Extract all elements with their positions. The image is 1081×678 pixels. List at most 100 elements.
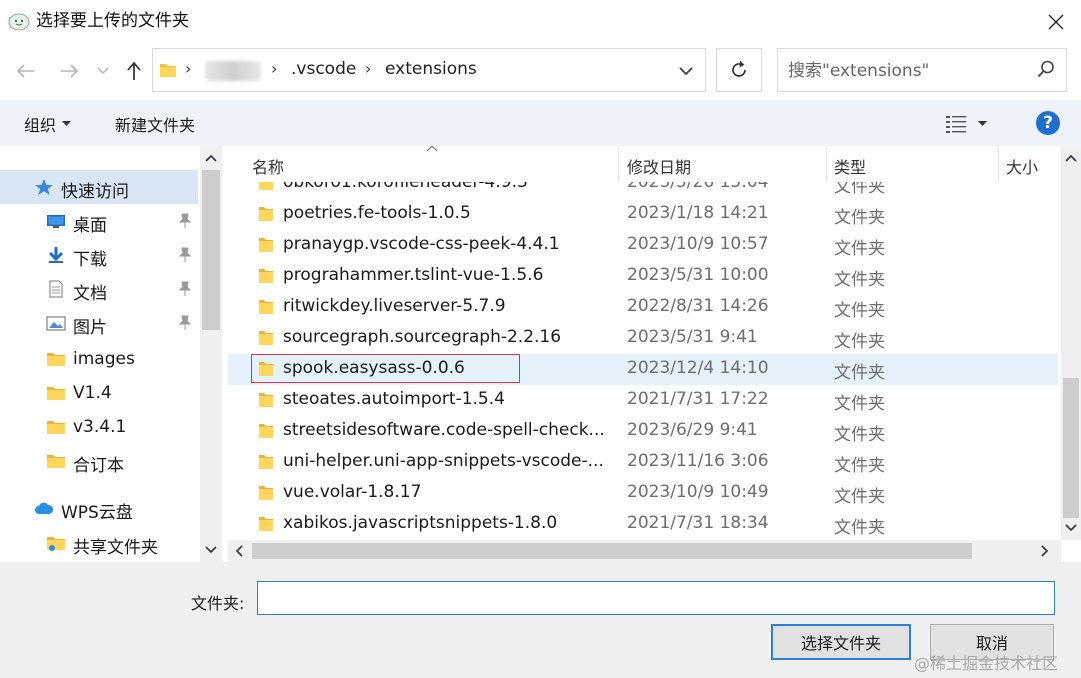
help-icon[interactable]: ?: [1036, 111, 1060, 135]
scrollbar-thumb[interactable]: [202, 170, 220, 330]
file-name: prograhammer.tslint-vue-1.5.6: [283, 265, 544, 285]
search-input[interactable]: [786, 58, 1030, 84]
nav-item-shared-folder[interactable]: 共享文件夹: [0, 526, 198, 560]
nav-item-images[interactable]: images: [0, 342, 198, 376]
file-modified-date: 2023/10/9 10:57: [627, 234, 769, 254]
file-type: 文件夹: [834, 363, 885, 383]
file-modified-date: 2023/6/29 9:41: [627, 420, 758, 440]
file-row[interactable]: vue.volar-1.8.17 2023/10/9 10:49 文件夹: [228, 478, 1058, 509]
folder-label: 文件夹:: [191, 594, 245, 613]
scroll-down-button[interactable]: [200, 538, 222, 562]
search-box[interactable]: [777, 48, 1067, 92]
file-row[interactable]: steoates.autoimport-1.5.4 2021/7/31 17:22…: [228, 385, 1058, 416]
file-row[interactable]: pranaygp.vscode-css-peek-4.4.1 2023/10/9 …: [228, 230, 1058, 261]
folder-icon: [259, 238, 273, 252]
address-bar[interactable]: › › .vscode › extensions: [152, 48, 706, 92]
file-row[interactable]: uni-helper.uni-app-snippets-vscode-... 20…: [228, 447, 1058, 478]
recent-locations-button[interactable]: [92, 56, 114, 86]
nav-scrollbar[interactable]: [200, 146, 222, 562]
breadcrumb-extensions[interactable]: extensions: [385, 59, 477, 79]
list-horizontal-scrollbar[interactable]: [228, 540, 1061, 562]
search-icon[interactable]: [1036, 59, 1056, 83]
nav-item-wps-cloud[interactable]: WPS云盘: [0, 491, 198, 525]
column-divider[interactable]: [998, 146, 999, 182]
folder-icon: [259, 424, 273, 438]
nav-item-v3-4-1[interactable]: v3.4.1: [0, 410, 198, 444]
column-divider[interactable]: [826, 146, 827, 182]
scrollbar-thumb[interactable]: [1063, 378, 1079, 518]
nav-item-pictures[interactable]: 图片: [0, 306, 198, 340]
folder-icon: [47, 387, 65, 400]
nav-item-quick-access[interactable]: 快速访问: [0, 170, 198, 204]
nav-item-downloads[interactable]: 下载: [0, 238, 198, 272]
select-folder-button[interactable]: 选择文件夹: [771, 624, 911, 660]
file-row[interactable]: streetsidesoftware.code-spell-check... 20…: [228, 416, 1058, 447]
highlight-box: [251, 354, 520, 383]
scroll-right-button[interactable]: [1034, 540, 1056, 562]
file-row[interactable]: sourcegraph.sourcegraph-2.2.16 2023/5/31 …: [228, 323, 1058, 354]
up-button[interactable]: [120, 56, 148, 86]
scroll-up-button[interactable]: [1061, 146, 1081, 170]
chevron-down-icon: [1065, 524, 1077, 532]
nav-item-label: 共享文件夹: [73, 538, 158, 558]
folder-icon: [47, 353, 65, 366]
file-modified-date: 2023/5/31 9:41: [627, 327, 758, 347]
details-view-icon: [946, 116, 966, 133]
file-name: ritwickdey.liveserver-5.7.9: [283, 296, 506, 316]
chevron-right-icon: ›: [185, 59, 192, 78]
column-divider[interactable]: [618, 146, 619, 182]
file-row[interactable]: ritwickdey.liveserver-5.7.9 2022/8/31 14:…: [228, 292, 1058, 323]
column-headers: 名称 修改日期 类型 大小: [228, 146, 1061, 182]
file-modified-date: 2023/5/31 10:00: [627, 265, 769, 285]
list-vertical-scrollbar[interactable]: [1061, 146, 1081, 540]
view-options-button[interactable]: [946, 112, 998, 136]
pictures-icon: [46, 316, 66, 331]
breadcrumb-vscode[interactable]: .vscode: [291, 59, 356, 79]
document-icon: [49, 280, 63, 298]
nav-item-v1-4[interactable]: V1.4: [0, 376, 198, 410]
file-name: steoates.autoimport-1.5.4: [283, 389, 505, 409]
chevron-down-icon: [97, 67, 109, 75]
forward-button[interactable]: [55, 56, 83, 86]
nav-item-label: 快速访问: [61, 182, 129, 202]
folder-icon: [159, 61, 177, 83]
column-header-type[interactable]: 类型: [834, 154, 866, 178]
file-modified-date: 2023/1/18 14:21: [627, 203, 769, 223]
back-button[interactable]: [12, 56, 40, 86]
file-row[interactable]: xabikos.javascriptsnippets-1.8.0 2021/7/3…: [228, 509, 1058, 540]
close-button[interactable]: [1034, 4, 1078, 40]
new-folder-button[interactable]: 新建文件夹: [115, 112, 195, 136]
column-header-name[interactable]: 名称: [252, 154, 284, 178]
pin-icon: [178, 281, 192, 296]
scroll-left-button[interactable]: [228, 540, 250, 562]
arrow-up-icon: [127, 61, 141, 80]
file-type: 文件夹: [834, 456, 885, 476]
file-type: 文件夹: [834, 332, 885, 352]
folder-name-input[interactable]: [257, 581, 1055, 615]
file-row[interactable]: prograhammer.tslint-vue-1.5.6 2023/5/31 1…: [228, 261, 1058, 292]
nav-item-hedingben[interactable]: 合订本: [0, 444, 198, 478]
toolbar: 组织 新建文件夹: [0, 100, 1081, 146]
nav-item-documents[interactable]: 文档: [0, 272, 198, 306]
file-type: 文件夹: [834, 487, 885, 507]
file-row[interactable]: poetries.fe-tools-1.0.5 2023/1/18 14:21 文件…: [228, 199, 1058, 230]
organize-menu[interactable]: 组织: [24, 112, 72, 136]
scroll-down-button[interactable]: [1061, 516, 1081, 540]
address-dropdown-button[interactable]: [673, 59, 699, 83]
file-type: 文件夹: [834, 270, 885, 290]
arrow-right-icon: [61, 64, 79, 78]
column-header-modified[interactable]: 修改日期: [627, 154, 691, 178]
refresh-button[interactable]: [716, 48, 762, 92]
bottom-panel: 文件夹: 选择文件夹 取消 @稀土掘金技术社区: [0, 562, 1081, 678]
folder-icon: [259, 517, 273, 531]
folder-icon: [259, 455, 273, 469]
file-type: 文件夹: [834, 518, 885, 538]
scrollbar-thumb[interactable]: [252, 543, 972, 559]
refresh-icon: [732, 60, 746, 77]
scroll-up-button[interactable]: [200, 146, 222, 170]
nav-item-desktop[interactable]: 桌面: [0, 204, 198, 238]
folder-icon: [259, 486, 273, 500]
column-header-size[interactable]: 大小: [1006, 154, 1038, 178]
file-modified-date: 2023/12/4 14:10: [627, 358, 769, 378]
chevron-down-icon: [679, 66, 693, 75]
